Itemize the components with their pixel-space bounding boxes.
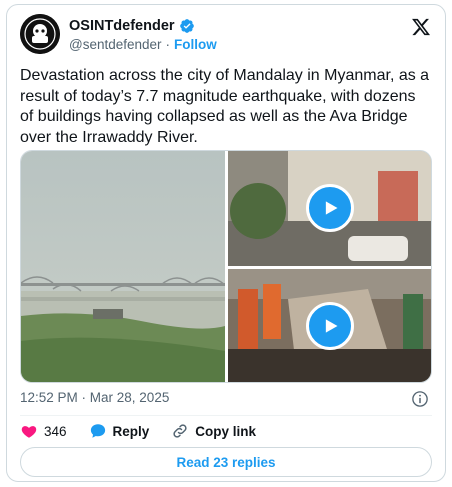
- x-logo-icon[interactable]: [411, 17, 431, 37]
- street-video-1[interactable]: [228, 151, 431, 266]
- avatar[interactable]: [20, 14, 60, 54]
- handle-row: @sentdefender · Follow: [69, 37, 217, 52]
- tweet-card: OSINTdefender @sentdefender · Follow Dev…: [6, 4, 446, 482]
- play-icon: [325, 201, 338, 215]
- copy-link-button[interactable]: Copy link: [171, 422, 256, 440]
- tweet-text: Devastation across the city of Mandalay …: [20, 67, 430, 146]
- divider: [20, 415, 432, 416]
- street-video-2[interactable]: [228, 269, 431, 382]
- reply-label: Reply: [112, 423, 150, 439]
- heart-icon: [21, 426, 37, 438]
- action-bar: 346 Reply Copy link: [20, 422, 278, 440]
- play-button[interactable]: [306, 184, 354, 232]
- read-replies-button[interactable]: Read 23 replies: [20, 447, 432, 477]
- verified-badge-icon: [179, 19, 194, 33]
- author-name[interactable]: OSINTdefender: [69, 18, 175, 34]
- like-button[interactable]: 346: [20, 422, 67, 440]
- copy-link-label: Copy link: [195, 423, 257, 439]
- timestamp[interactable]: 12:52 PM · Mar 28, 2025: [20, 390, 169, 405]
- like-count: 346: [44, 423, 67, 439]
- separator-dot: ·: [165, 37, 171, 52]
- author-name-row[interactable]: OSINTdefender: [69, 18, 195, 34]
- reply-bubble-icon: [90, 424, 105, 438]
- author-handle[interactable]: @sentdefender: [69, 37, 162, 52]
- bridge-photo[interactable]: [21, 151, 225, 383]
- reply-button[interactable]: Reply: [89, 422, 150, 440]
- avatar-logo-icon: [20, 14, 60, 54]
- link-icon: [173, 424, 187, 438]
- follow-button[interactable]: Follow: [174, 37, 217, 52]
- play-button[interactable]: [306, 302, 354, 350]
- play-icon: [325, 319, 338, 333]
- info-icon[interactable]: [411, 390, 429, 408]
- media-grid: [20, 150, 432, 383]
